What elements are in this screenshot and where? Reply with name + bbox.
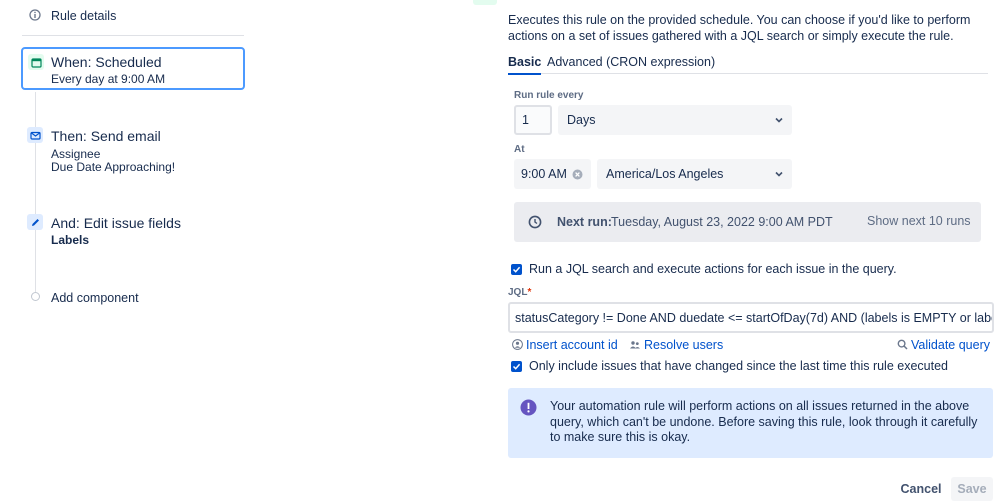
chevron-down-icon: [774, 169, 784, 179]
timezone-value: America/Los Angeles: [606, 167, 724, 181]
chevron-down-icon: [774, 115, 784, 125]
time-input[interactable]: 9:00 AM: [514, 159, 591, 189]
add-component-dot: [31, 292, 40, 301]
mail-icon: [27, 127, 43, 143]
interval-unit-value: Days: [567, 113, 596, 127]
interval-unit-select[interactable]: Days: [558, 105, 792, 135]
tab-advanced-cron[interactable]: Advanced (CRON expression): [547, 55, 715, 69]
edit-step-subtitle: Labels: [51, 233, 90, 247]
jql-label-text: JQL: [508, 287, 528, 298]
show-next-runs-button[interactable]: Show next 10 runs: [867, 214, 971, 228]
jql-value: statusCategory != Done AND duedate <= st…: [515, 310, 992, 325]
trigger-step-subtitle: Every day at 9:00 AM: [51, 72, 166, 86]
only-include-checkbox[interactable]: [511, 361, 522, 372]
exclamation-icon: [520, 399, 537, 416]
required-mark: *: [527, 287, 532, 298]
tab-basic[interactable]: Basic: [508, 55, 542, 75]
warning-text: Your automation rule will perform action…: [550, 399, 978, 444]
action-step-line1: Assignee: [51, 147, 101, 161]
cancel-button[interactable]: Cancel: [896, 477, 946, 501]
run-jql-checkbox-label: Run a JQL search and execute actions for…: [529, 262, 897, 276]
resolve-users-link[interactable]: Resolve users: [644, 338, 723, 352]
edit-step-title[interactable]: And: Edit issue fields: [51, 215, 181, 231]
divider: [22, 35, 244, 36]
action-step-title[interactable]: Then: Send email: [51, 128, 161, 144]
action-step-line2: Due Date Approaching!: [51, 160, 176, 174]
step-header-icon: [473, 0, 497, 5]
jql-input[interactable]: statusCategory != Done AND duedate <= st…: [508, 302, 994, 333]
rule-details-link[interactable]: Rule details: [51, 9, 116, 23]
edit-pencil-icon: [27, 214, 43, 230]
interval-input[interactable]: 1: [514, 105, 552, 135]
time-value: 9:00 AM: [521, 167, 567, 181]
step-connector: [35, 92, 36, 292]
search-icon: [896, 338, 908, 350]
calendar-icon: [28, 54, 44, 70]
person-icon: [511, 338, 523, 350]
run-every-label: Run rule every: [514, 90, 584, 101]
clear-icon[interactable]: [572, 169, 583, 180]
validate-query-link[interactable]: Validate query: [911, 338, 990, 352]
people-icon: [629, 338, 641, 350]
tab-underline: [508, 73, 988, 74]
rule-details-icon: [29, 9, 41, 21]
at-label: At: [514, 144, 525, 155]
next-run-value: Tuesday, August 23, 2022 9:00 AM PDT: [611, 215, 833, 229]
schedule-description: Executes this rule on the provided sched…: [508, 13, 971, 43]
clock-icon: [528, 215, 542, 229]
trigger-step-title: When: Scheduled: [51, 54, 162, 70]
add-component-link[interactable]: Add component: [51, 291, 139, 305]
next-run-label: Next run:: [557, 215, 612, 229]
jql-label: JQL*: [508, 287, 531, 298]
only-include-label: Only include issues that have changed si…: [529, 359, 948, 373]
run-jql-checkbox[interactable]: [511, 264, 522, 275]
save-button[interactable]: Save: [951, 477, 993, 501]
insert-account-id-link[interactable]: Insert account id: [526, 338, 618, 352]
timezone-select[interactable]: America/Los Angeles: [597, 159, 792, 189]
